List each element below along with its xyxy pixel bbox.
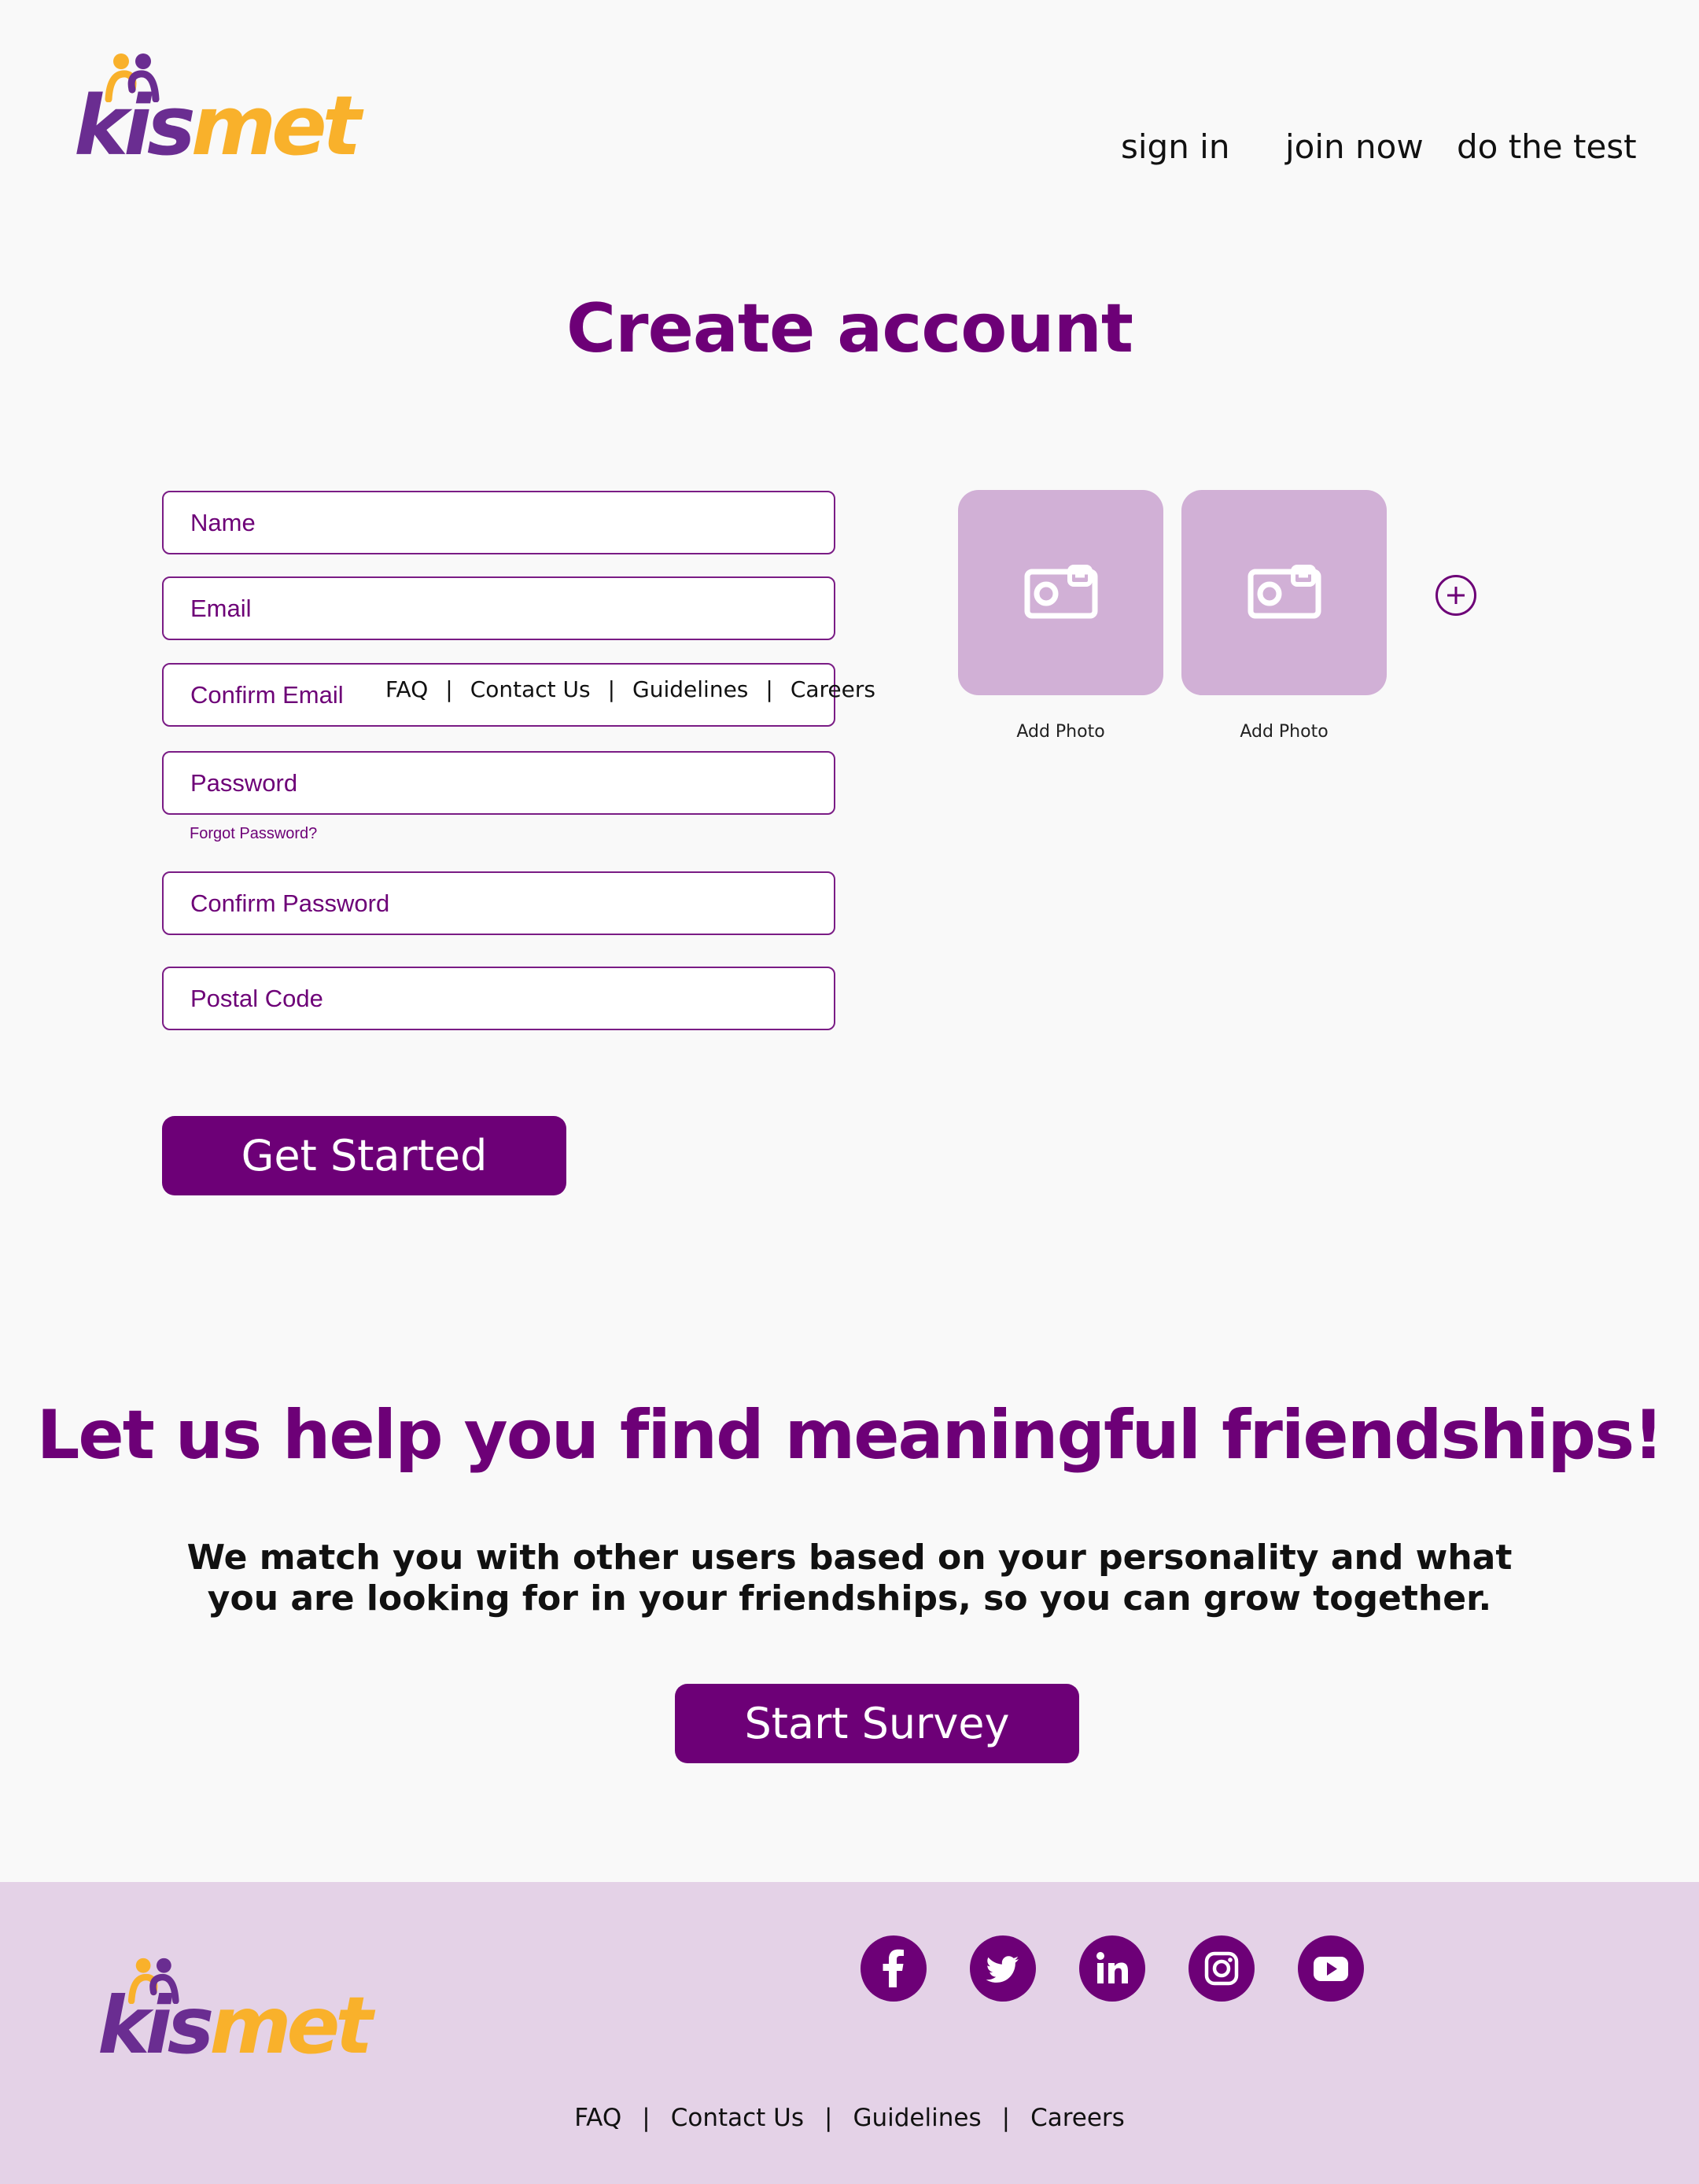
- promo-heading: Let us help you find meaningful friendsh…: [36, 1396, 1664, 1475]
- start-survey-button[interactable]: Start Survey: [675, 1684, 1079, 1763]
- kismet-logo[interactable]: kismet: [74, 50, 361, 167]
- add-photo-label-1: Add Photo: [1016, 722, 1105, 742]
- page-title: Create account: [566, 289, 1133, 368]
- promo-description: We match you with other users based on y…: [186, 1538, 1513, 1619]
- separator: |: [824, 2104, 833, 2132]
- camera-icon: [1024, 565, 1098, 619]
- footer-kismet-logo[interactable]: kismet: [98, 1955, 373, 2065]
- confirm-password-field-wrapper: [162, 871, 835, 935]
- camera-icon: [1248, 565, 1321, 619]
- instagram-icon[interactable]: [1189, 1935, 1255, 2002]
- separator: |: [607, 676, 616, 702]
- postal-code-input[interactable]: [164, 968, 834, 1029]
- add-photo-label-2: Add Photo: [1240, 722, 1329, 742]
- twitter-icon[interactable]: [970, 1935, 1036, 2002]
- overlay-link-careers[interactable]: Careers: [791, 676, 875, 702]
- logo-wordmark: kismet: [74, 78, 361, 174]
- add-photo-slot-1[interactable]: [958, 490, 1163, 695]
- footer-link-contact[interactable]: Contact Us: [671, 2104, 804, 2132]
- confirm-password-input[interactable]: [164, 873, 834, 934]
- add-more-photos-icon[interactable]: [1435, 575, 1476, 616]
- overlay-link-guidelines[interactable]: Guidelines: [632, 676, 748, 702]
- separator: |: [1001, 2104, 1011, 2132]
- youtube-icon[interactable]: [1298, 1935, 1364, 2002]
- nav-join-now[interactable]: join now: [1285, 127, 1424, 166]
- footer-link-guidelines[interactable]: Guidelines: [853, 2104, 981, 2132]
- nav-sign-in[interactable]: sign in: [1121, 127, 1229, 166]
- separator: |: [642, 2104, 650, 2132]
- name-input[interactable]: [164, 492, 834, 553]
- overlay-footer-links: FAQ | Contact Us | Guidelines | Careers: [385, 676, 875, 702]
- name-field-wrapper: [162, 491, 835, 554]
- password-field-wrapper: [162, 751, 835, 815]
- forgot-password-link[interactable]: Forgot Password?: [190, 825, 317, 843]
- email-input[interactable]: [164, 578, 834, 639]
- separator: |: [445, 676, 453, 702]
- get-started-button[interactable]: Get Started: [162, 1116, 566, 1195]
- overlay-link-contact[interactable]: Contact Us: [470, 676, 591, 702]
- add-photo-slot-2[interactable]: [1181, 490, 1387, 695]
- footer-logo-wordmark: kismet: [98, 1980, 373, 2072]
- nav-do-the-test[interactable]: do the test: [1457, 127, 1637, 166]
- overlay-link-faq[interactable]: FAQ: [385, 676, 428, 702]
- separator: |: [765, 676, 773, 702]
- password-input[interactable]: [164, 753, 834, 813]
- footer-links: FAQ | Contact Us | Guidelines | Careers: [0, 2104, 1699, 2132]
- email-field-wrapper: [162, 576, 835, 640]
- facebook-icon[interactable]: [861, 1935, 927, 2002]
- footer-link-faq[interactable]: FAQ: [574, 2104, 621, 2132]
- footer-link-careers[interactable]: Careers: [1030, 2104, 1125, 2132]
- postal-code-field-wrapper: [162, 967, 835, 1030]
- linkedin-icon[interactable]: [1079, 1935, 1145, 2002]
